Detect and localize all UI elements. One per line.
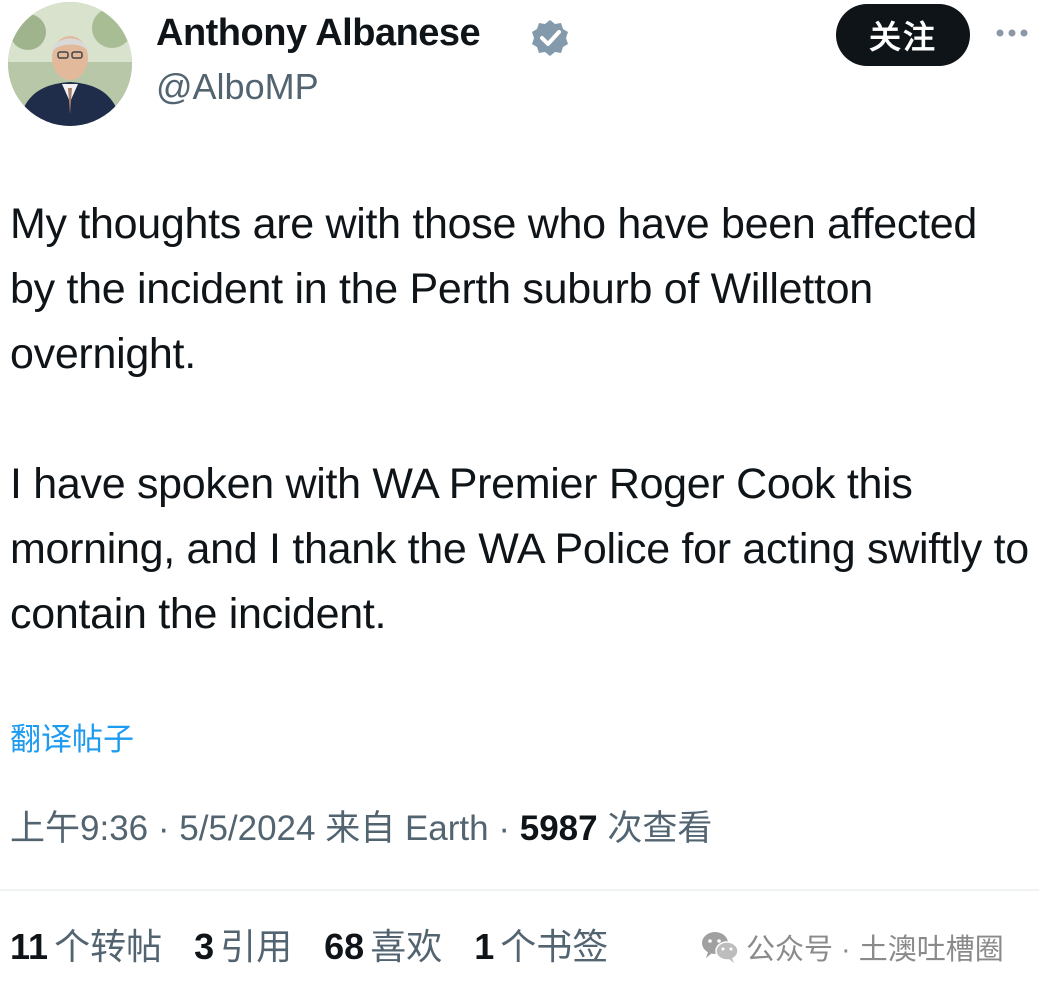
likes-label: 喜欢 bbox=[370, 926, 443, 967]
follow-button[interactable]: 关注 bbox=[836, 4, 970, 66]
profile-photo bbox=[8, 2, 132, 126]
tweet-metadata: 上午9:36 · 5/5/2024 来自 Earth · 5987 次查看 bbox=[10, 800, 712, 851]
bookmarks-label: 个书签 bbox=[500, 926, 609, 967]
watermark: 公众号 · 土澳吐槽圈 bbox=[700, 926, 1004, 968]
views-count: 5987 bbox=[519, 809, 598, 848]
bookmarks-stat[interactable]: 1 个书签 bbox=[474, 926, 608, 967]
post-date[interactable]: 5/5/2024 bbox=[179, 809, 315, 848]
author-handle[interactable]: @AlboMP bbox=[156, 66, 319, 108]
reposts-label: 个转帖 bbox=[54, 926, 163, 967]
reposts-stat[interactable]: 11 个转帖 bbox=[10, 926, 162, 967]
post-source: 来自 Earth bbox=[325, 809, 489, 848]
quotes-count: 3 bbox=[194, 926, 215, 967]
divider bbox=[0, 889, 1039, 891]
quotes-stat[interactable]: 3 引用 bbox=[194, 926, 292, 967]
watermark-text: 公众号 · 土澳吐槽圈 bbox=[746, 934, 1004, 966]
author-avatar[interactable] bbox=[8, 2, 132, 126]
author-display-name[interactable]: Anthony Albanese bbox=[156, 12, 481, 55]
tweet-paragraph: My thoughts are with those who have been… bbox=[10, 200, 977, 378]
engagement-stats: 11 个转帖 3 引用 68 喜欢 1 个书签 bbox=[10, 918, 630, 970]
tweet-text: My thoughts are with those who have been… bbox=[10, 192, 1030, 647]
tweet-paragraph: I have spoken with WA Premier Roger Cook… bbox=[10, 460, 1029, 638]
post-time[interactable]: 上午9:36 bbox=[10, 809, 148, 848]
wechat-icon bbox=[702, 932, 739, 963]
verified-badge-icon bbox=[532, 20, 568, 56]
reposts-count: 11 bbox=[10, 926, 49, 967]
meta-separator: · bbox=[498, 809, 511, 848]
more-options-icon[interactable] bbox=[992, 18, 1032, 48]
likes-count: 68 bbox=[324, 926, 365, 967]
views-label: 次查看 bbox=[607, 809, 713, 848]
meta-separator: · bbox=[157, 809, 170, 848]
likes-stat[interactable]: 68 喜欢 bbox=[324, 926, 442, 967]
translate-post-link[interactable]: 翻译帖子 bbox=[10, 714, 134, 759]
quotes-label: 引用 bbox=[220, 926, 293, 967]
bookmarks-count: 1 bbox=[474, 926, 495, 967]
tweet-header: Anthony Albanese @AlboMP 关注 bbox=[0, 0, 1039, 130]
